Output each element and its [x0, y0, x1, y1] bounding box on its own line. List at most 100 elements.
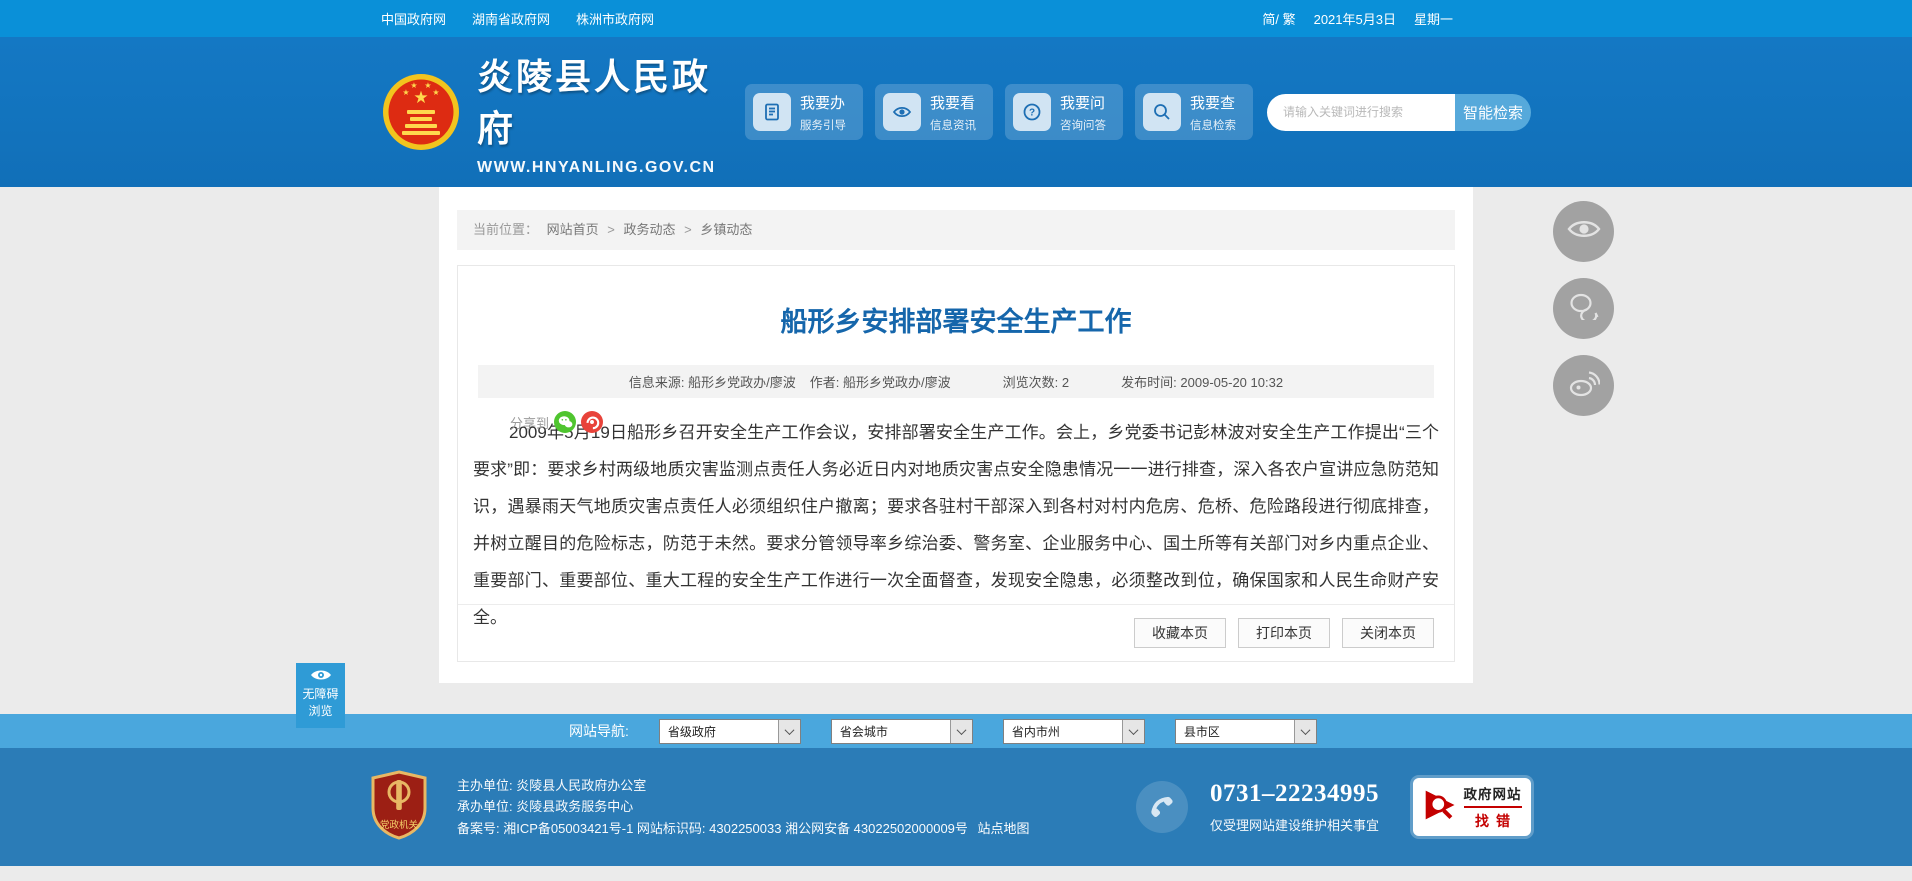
article-body: 2009年5月19日船形乡召开安全生产工作会议，安排部署安全生产工作。会上，乡党…: [473, 423, 1439, 627]
smart-search-button[interactable]: 智能检索: [1455, 93, 1531, 131]
select-capital-cities[interactable]: 省会城市: [830, 718, 973, 744]
site-header: ★ ★ ★ ★ ★ 炎陵县人民政府 WWW.HNYANLING.GOV.CN 我…: [0, 37, 1912, 187]
breadcrumb-separator: >: [607, 222, 615, 237]
chevron-down-icon: [1293, 719, 1316, 743]
wechat-icon: [1568, 292, 1600, 325]
gov-site-links: 中国政府网 湖南省政府网 株洲市政府网: [381, 9, 654, 28]
service-button-ask[interactable]: ? 我要问 咨询问答: [1005, 84, 1123, 140]
meta-source-label: 信息来源:: [628, 375, 685, 390]
accessibility-label-line2: 浏览: [308, 704, 333, 718]
icp-record-value: 湘ICP备05003421号-1 网站标识码: 4302250033 湘公网安备…: [503, 820, 968, 836]
topbar: 中国政府网 湖南省政府网 株洲市政府网 简/ 繁 2021年5月3日 星期一: [0, 0, 1912, 37]
select-value: 县市区: [1183, 724, 1220, 739]
link-china-gov[interactable]: 中国政府网: [381, 9, 446, 28]
svg-text:★: ★: [432, 88, 439, 97]
breadcrumb-label: 当前位置：: [473, 222, 539, 237]
view-icon: [1566, 218, 1601, 245]
lang-toggle[interactable]: 简/ 繁: [1262, 9, 1295, 28]
chevron-down-icon: [949, 719, 972, 743]
svg-text:党政机关: 党政机关: [380, 819, 419, 831]
meta-author-label: 作者:: [809, 375, 840, 390]
site-url: WWW.HNYANLING.GOV.CN: [477, 158, 716, 176]
service-title: 我要看: [930, 94, 976, 112]
icp-record-label: 备案号:: [457, 820, 500, 836]
svg-text:★: ★: [402, 88, 409, 97]
breadcrumb: 当前位置： 网站首页 > 政务动态 > 乡镇动态: [457, 210, 1455, 250]
page: { "colors": { "topbar_bg": "#0a90d8", "h…: [0, 0, 1912, 881]
breadcrumb-home[interactable]: 网站首页: [547, 222, 599, 237]
wechat-tool-button[interactable]: [1553, 278, 1614, 339]
meta-author-value: 船形乡党政办/廖波: [843, 375, 951, 390]
svg-text:?: ?: [1029, 108, 1035, 119]
service-button-apply[interactable]: 我要办 服务引导: [745, 84, 863, 140]
breadcrumb-news[interactable]: 政务动态: [624, 222, 676, 237]
host-value: 炎陵县人民政府办公室: [516, 777, 647, 793]
search-input[interactable]: [1267, 93, 1455, 131]
error-report-icon: [1423, 787, 1459, 828]
site-name[interactable]: 炎陵县人民政府: [477, 48, 745, 152]
select-value: 省级政府: [667, 724, 716, 739]
breadcrumb-township[interactable]: 乡镇动态: [700, 222, 752, 237]
breadcrumb-separator: >: [684, 222, 692, 237]
chevron-down-icon: [777, 719, 800, 743]
view-tool-button[interactable]: [1553, 201, 1614, 262]
footer: 党政机关 主办单位: 炎陵县人民政府办公室 承办单位: 炎陵县政务服务中心 备案…: [0, 748, 1912, 866]
gov-site-error-report-badge[interactable]: 政府网站 找错: [1413, 778, 1531, 836]
select-county-districts[interactable]: 县市区: [1174, 718, 1317, 744]
weibo-tool-button[interactable]: [1553, 355, 1614, 416]
organizer-value: 炎陵县政务服务中心: [516, 799, 634, 815]
select-value: 省会城市: [839, 724, 888, 739]
service-title: 我要问: [1060, 94, 1106, 112]
site-search: 智能检索: [1267, 93, 1531, 131]
form-icon: [753, 93, 791, 131]
meta-publish-value: 2009-05-20 10:32: [1180, 375, 1284, 390]
sitemap-link[interactable]: 站点地图: [978, 821, 1030, 836]
article-title: 船形乡安排部署安全生产工作: [780, 307, 1132, 337]
svg-text:★: ★: [413, 88, 428, 107]
question-icon: ?: [1013, 93, 1051, 131]
service-subtitle: 信息检索: [1190, 119, 1236, 132]
share-more-icon[interactable]: [581, 411, 604, 433]
service-subtitle: 服务引导: [800, 119, 846, 132]
service-title: 我要查: [1190, 94, 1236, 112]
phone-icon: [1135, 781, 1188, 833]
meta-views-label: 浏览次数:: [1002, 375, 1059, 390]
party-gov-badge-icon[interactable]: 党政机关: [367, 769, 431, 845]
footer-info: 主办单位: 炎陵县人民政府办公室 承办单位: 炎陵县政务服务中心 备案号: 湘I…: [457, 775, 1030, 840]
accessibility-browse-button[interactable]: 无障碍 浏览: [296, 663, 345, 728]
service-subtitle: 信息资讯: [930, 119, 976, 132]
link-zhuzhou-gov[interactable]: 株洲市政府网: [576, 9, 654, 28]
meta-source-value: 船形乡党政办/廖波: [688, 375, 796, 390]
service-subtitle: 咨询问答: [1060, 119, 1106, 132]
magnifier-icon: [1143, 93, 1181, 131]
side-toolbar: [1553, 201, 1614, 416]
article-box: 船形乡安排部署安全生产工作 信息来源: 船形乡党政办/廖波 作者: 船形乡党政办…: [457, 265, 1455, 662]
link-hunan-gov[interactable]: 湖南省政府网: [472, 9, 550, 28]
quick-service-buttons: 我要办 服务引导 我要看 信息资讯 ? 我要问 咨询问答 我要查 信息检索: [745, 84, 1253, 140]
sitenav-label: 网站导航:: [569, 723, 629, 739]
eye-icon: [883, 93, 921, 131]
select-province-cities[interactable]: 省内市州: [1002, 718, 1145, 744]
host-label: 主办单位:: [457, 777, 513, 793]
service-button-view[interactable]: 我要看 信息资讯: [875, 84, 993, 140]
service-button-search[interactable]: 我要查 信息检索: [1135, 84, 1253, 140]
footer-contact: 0731–22234995 仅受理网站建设维护相关事宜: [1135, 780, 1379, 834]
contact-phone-note: 仅受理网站建设维护相关事宜: [1209, 818, 1379, 833]
meta-views-value: 2: [1061, 375, 1070, 390]
contact-phone-number: 0731–22234995: [1209, 780, 1379, 807]
current-weekday: 星期一: [1413, 12, 1453, 27]
sitenav-bar: 网站导航: 省级政府 省会城市 省内市州 县市区: [0, 714, 1912, 748]
article-meta-bar: 信息来源: 船形乡党政办/廖波 作者: 船形乡党政办/廖波 浏览次数: 2 发布…: [478, 365, 1434, 398]
select-provincial-gov[interactable]: 省级政府: [658, 718, 801, 744]
service-title: 我要办: [800, 94, 846, 112]
organizer-label: 承办单位:: [457, 799, 513, 815]
select-value: 省内市州: [1011, 724, 1060, 739]
accessibility-label-line1: 无障碍: [302, 687, 339, 701]
svg-text:★: ★: [424, 81, 431, 90]
national-emblem-logo: ★ ★ ★ ★ ★: [381, 72, 461, 152]
wechat-share-icon[interactable]: [554, 411, 577, 433]
error-badge-line1: 政府网站: [1463, 783, 1522, 808]
current-date: 2021年5月3日: [1313, 12, 1396, 27]
accessibility-eye-icon: [310, 670, 332, 685]
svg-text:★: ★: [410, 81, 417, 90]
